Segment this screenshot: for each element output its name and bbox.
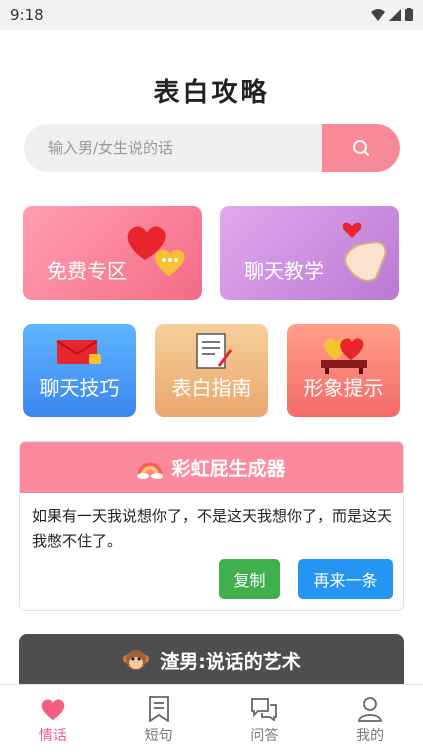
- hearts-gift-icon: [321, 338, 367, 374]
- document-icon: [196, 333, 233, 369]
- wifi-icon: [371, 8, 385, 21]
- chat-hearts-icon: [127, 226, 185, 276]
- confession-guide-card[interactable]: 表白指南: [155, 324, 268, 417]
- tab-love-words-label: 情话: [38, 728, 67, 744]
- battery-icon: [405, 8, 413, 21]
- red-envelope-icon: [56, 340, 101, 364]
- rainbow-generated-text: 如果有一天我说想你了，不是这天我想你了，而是这天我憋不住了。: [32, 507, 393, 550]
- signal-icon: [389, 8, 401, 21]
- copy-button[interactable]: 复制: [219, 559, 280, 599]
- status-bar: 9:18: [0, 0, 423, 30]
- bookmark-icon: [148, 696, 169, 722]
- next-one-button[interactable]: 再来一条: [298, 559, 393, 599]
- rainbow-icon: [137, 462, 164, 479]
- chat-skills-label: 聊天技巧: [39, 376, 120, 400]
- rainbow-generator-title: 彩虹屁生成器: [171, 458, 286, 480]
- user-icon: [358, 697, 383, 722]
- zanan-section-title: 渣男:说话的艺术: [160, 650, 301, 673]
- search-button[interactable]: [322, 124, 400, 172]
- confession-guide-label: 表白指南: [171, 376, 252, 400]
- search-bar: [24, 124, 400, 172]
- free-zone-label: 免费专区: [47, 259, 127, 283]
- tab-mine-label: 我的: [356, 728, 385, 744]
- tab-short-sentences-label: 短句: [144, 728, 173, 744]
- finger-heart-icon: [342, 222, 387, 282]
- monkey-icon: [123, 650, 150, 670]
- heart-icon: [41, 699, 65, 720]
- chat-bubbles-icon: [251, 698, 278, 721]
- tab-mine[interactable]: 我的: [317, 685, 423, 752]
- status-icons: [371, 8, 413, 21]
- chat-skills-card[interactable]: 聊天技巧: [23, 324, 136, 417]
- search-icon: [353, 140, 369, 156]
- tab-short-sentences[interactable]: 短句: [106, 685, 212, 752]
- tab-qa[interactable]: 问答: [212, 685, 318, 752]
- rainbow-generator-panel: 彩虹屁生成器 如果有一天我说想你了，不是这天我想你了，而是这天我憋不住了。 复制…: [19, 441, 404, 611]
- tab-love-words[interactable]: 情话: [0, 685, 106, 752]
- tab-qa-label: 问答: [250, 728, 279, 744]
- page-title: 表白攻略: [153, 78, 270, 108]
- rainbow-generator-header: 彩虹屁生成器: [20, 442, 403, 493]
- search-input[interactable]: [24, 124, 322, 172]
- status-time: 9:18: [10, 6, 44, 24]
- free-zone-card[interactable]: 免费专区: [23, 206, 202, 300]
- image-tips-card[interactable]: 形象提示: [287, 324, 400, 417]
- image-tips-label: 形象提示: [303, 376, 384, 400]
- chat-teaching-card[interactable]: 聊天教学: [220, 206, 399, 300]
- bottom-tab-bar: 情话 短句 问答 我的: [0, 684, 423, 752]
- chat-teaching-label: 聊天教学: [244, 259, 324, 283]
